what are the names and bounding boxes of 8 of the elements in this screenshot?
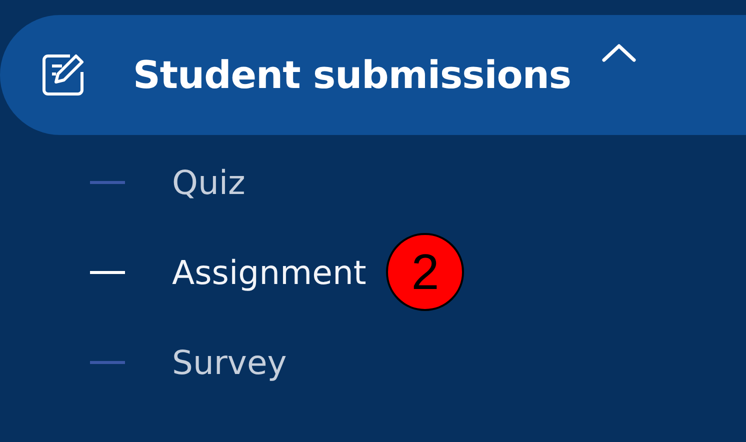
menu-group-header[interactable]: Student submissions [0, 15, 746, 135]
menu-group-label: Student submissions [133, 53, 572, 97]
chevron-icon [601, 43, 638, 63]
edit-icon [40, 52, 86, 98]
menu-item[interactable]: Survey [172, 342, 287, 382]
count-badge: 2 [386, 233, 464, 311]
menu-item[interactable]: Quiz [172, 162, 246, 202]
menu-item[interactable]: Assignment [172, 252, 366, 292]
